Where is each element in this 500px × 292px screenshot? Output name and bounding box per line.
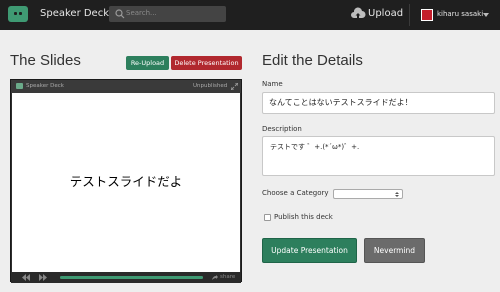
username[interactable]: kiharu sasaki <box>437 10 483 18</box>
slide-player: Speaker Deck Unpublished テストスライドだよ share <box>10 79 242 283</box>
category-select[interactable] <box>333 189 403 199</box>
avatar[interactable] <box>421 9 433 21</box>
status-badge: Unpublished <box>193 83 228 89</box>
description-label: Description <box>262 125 302 133</box>
name-label: Name <box>262 80 283 88</box>
speaker-deck-logo-icon <box>16 83 23 89</box>
description-field[interactable]: テストです ゛+.(*´ω*)゛+. <box>262 136 495 176</box>
update-presentation-button[interactable]: Update Presentation <box>262 238 357 263</box>
select-arrow-icon <box>395 192 399 197</box>
expand-icon[interactable] <box>231 83 238 90</box>
reupload-button[interactable]: Re-Upload <box>126 56 169 70</box>
edit-details-heading: Edit the Details <box>262 52 363 69</box>
share-icon[interactable] <box>212 275 218 280</box>
player-controls: share <box>11 272 241 283</box>
search-input[interactable]: Search... <box>109 6 226 22</box>
slide-canvas: テストスライドだよ <box>12 93 240 273</box>
brand-name[interactable]: Speaker Deck <box>40 8 109 19</box>
delete-presentation-button[interactable]: Delete Presentation <box>171 56 242 70</box>
slides-heading: The Slides <box>10 52 81 69</box>
player-header: Speaker Deck Unpublished <box>11 80 241 93</box>
header-divider <box>409 4 410 26</box>
cloud-upload-icon[interactable] <box>350 7 366 21</box>
nevermind-button[interactable]: Nevermind <box>364 238 425 263</box>
speaker-deck-logo-icon[interactable] <box>8 6 28 22</box>
publish-checkbox[interactable] <box>264 214 271 221</box>
category-label: Choose a Category <box>262 189 329 197</box>
slide-text: テストスライドだよ <box>69 174 183 189</box>
next-icon[interactable] <box>39 274 47 281</box>
progress-bar[interactable] <box>60 276 203 279</box>
player-brand: Speaker Deck <box>26 83 64 89</box>
top-bar: Speaker Deck Search... Upload kiharu sas… <box>0 0 500 30</box>
chevron-down-icon[interactable] <box>483 13 489 17</box>
progress-fill <box>60 276 203 279</box>
share-link[interactable]: share <box>220 274 235 280</box>
upload-link[interactable]: Upload <box>368 8 403 19</box>
publish-label[interactable]: Publish this deck <box>274 213 333 221</box>
prev-icon[interactable] <box>22 274 30 281</box>
search-icon <box>115 9 125 19</box>
search-placeholder: Search... <box>126 9 157 17</box>
name-field[interactable]: なんてことはないテストスライドだよ！ <box>262 92 495 114</box>
